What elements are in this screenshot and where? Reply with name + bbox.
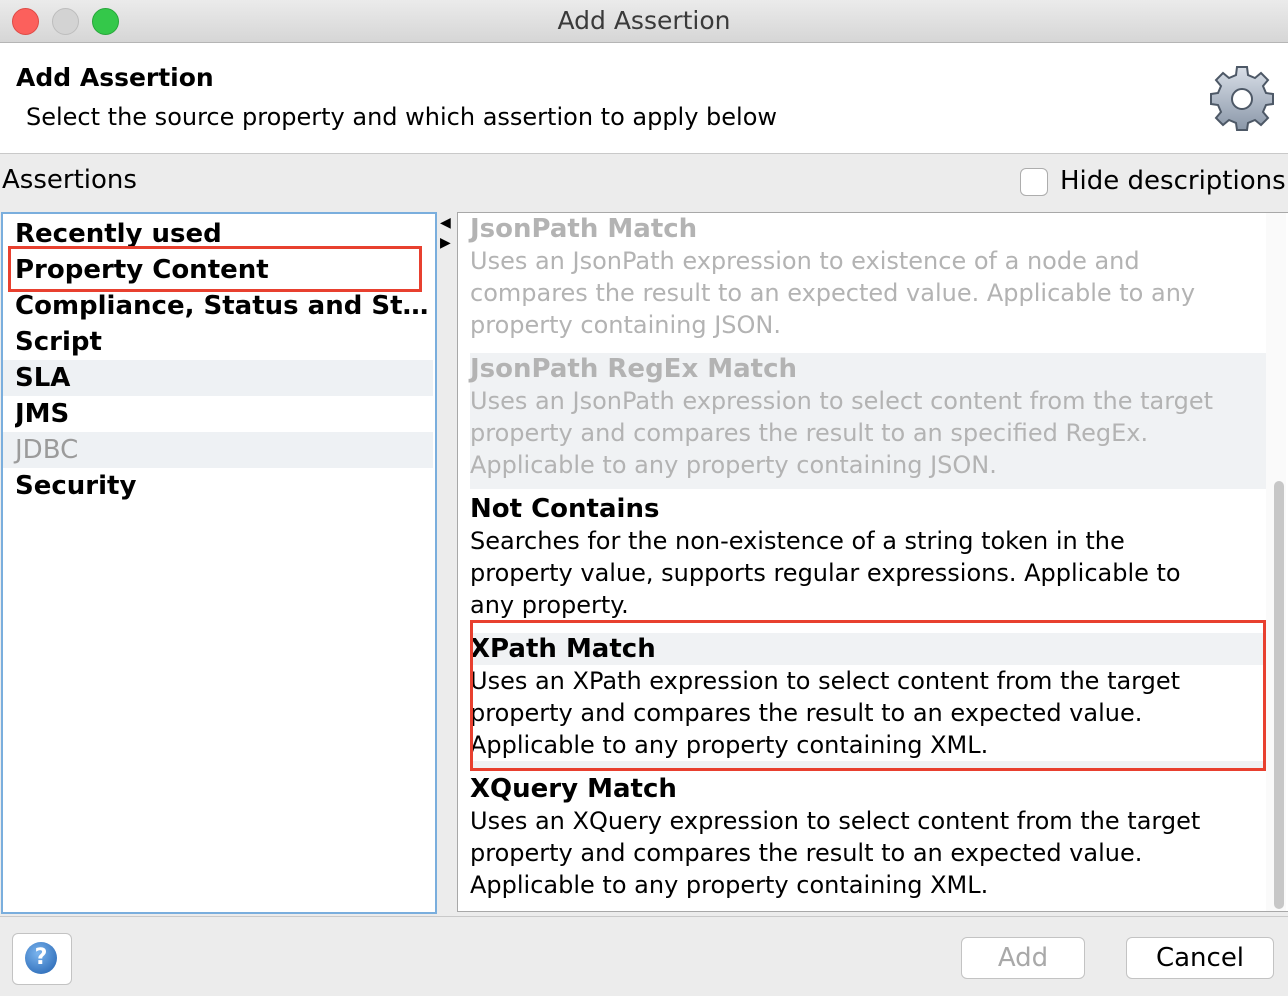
window-titlebar: Add Assertion — [0, 0, 1288, 43]
gear-icon — [1210, 66, 1274, 131]
assertion-not-contains[interactable]: Not Contains Searches for the non-existe… — [470, 493, 1266, 629]
assertion-description-line: Applicable to any property containing JS… — [470, 451, 997, 479]
category-list[interactable]: Recently used Property Content Complianc… — [1, 212, 437, 914]
assertion-description-line: compares the result to an expected value… — [470, 279, 1196, 307]
category-jms[interactable]: JMS — [15, 396, 431, 432]
category-security[interactable]: Security — [15, 468, 431, 504]
assertions-label: Assertions — [2, 165, 137, 195]
assertion-description-line: Uses an XQuery expression to select cont… — [470, 807, 1201, 835]
category-jdbc[interactable]: JDBC — [3, 432, 433, 468]
assertion-description-line: property containing JSON. — [470, 311, 781, 339]
scrollbar-thumb[interactable] — [1274, 481, 1284, 909]
assertion-description-line: property value, supports regular express… — [470, 559, 1181, 587]
dialog-title: Add Assertion — [16, 63, 214, 92]
assertion-description-line: any property. — [470, 591, 629, 619]
assertion-title: JsonPath Match — [470, 214, 698, 244]
footer-divider — [0, 916, 1288, 917]
assertion-description-line: Uses an JsonPath expression to existence… — [470, 247, 1140, 275]
assertion-description-line: property and compares the result to an e… — [470, 839, 1143, 867]
hide-descriptions-checkbox[interactable] — [1020, 168, 1048, 196]
assertion-description-line: Applicable to any property containing XM… — [470, 871, 989, 899]
category-script[interactable]: Script — [15, 324, 431, 360]
assertion-jsonpath-match[interactable]: JsonPath Match Uses an JsonPath expressi… — [470, 213, 1266, 349]
assertion-list[interactable]: JsonPath Match Uses an JsonPath expressi… — [457, 212, 1288, 912]
cancel-button[interactable]: Cancel — [1126, 937, 1274, 979]
assertion-list-scrollbar[interactable] — [1266, 213, 1286, 911]
highlight-property-content — [8, 246, 422, 292]
assertion-description-line: property and compares the result to an s… — [470, 419, 1149, 447]
dialog-header: Add Assertion Select the source property… — [0, 43, 1288, 154]
assertion-description-line: Searches for the non-existence of a stri… — [470, 527, 1125, 555]
highlight-xpath-match — [470, 620, 1266, 771]
category-compliance[interactable]: Compliance, Status and Stand... — [15, 288, 431, 324]
assertion-title: JsonPath RegEx Match — [470, 354, 798, 384]
collapse-right-arrow-icon[interactable]: ▶ — [440, 236, 451, 250]
assertion-title: XQuery Match — [470, 774, 677, 804]
help-icon: ? — [25, 942, 57, 974]
assertion-description-line: Uses an JsonPath expression to select co… — [470, 387, 1214, 415]
category-sla[interactable]: SLA — [3, 360, 433, 396]
collapse-left-arrow-icon[interactable]: ◀ — [440, 216, 451, 230]
help-button[interactable]: ? — [12, 933, 72, 985]
add-button[interactable]: Add — [961, 937, 1085, 979]
assertion-xquery-match[interactable]: XQuery Match Uses an XQuery expression t… — [470, 773, 1266, 909]
window-title: Add Assertion — [557, 6, 731, 35]
hide-descriptions-label[interactable]: Hide descriptions — [1060, 166, 1286, 196]
dialog-subtitle: Select the source property and which ass… — [26, 103, 778, 131]
assertion-title: Not Contains — [470, 494, 660, 524]
assertion-jsonpath-regex-match[interactable]: JsonPath RegEx Match Uses an JsonPath ex… — [470, 353, 1266, 489]
